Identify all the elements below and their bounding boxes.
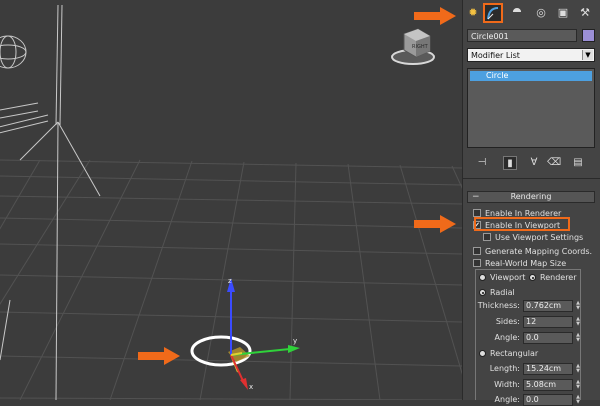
object-name-field[interactable]: Circle001 — [467, 29, 577, 42]
spinner-arrows-icon[interactable]: ▲ ▼ — [575, 301, 581, 311]
spinner-arrows-icon[interactable]: ▲ ▼ — [575, 395, 581, 405]
rendering-rollout-title: Rendering — [510, 192, 552, 201]
pin-stack-icon[interactable]: ⊣ — [475, 156, 489, 170]
make-unique-icon[interactable]: ∀ — [527, 156, 541, 170]
rendering-rollout-header[interactable]: − Rendering — [467, 191, 595, 203]
divider — [463, 178, 600, 179]
modifier-list-label: Modifier List — [471, 51, 520, 60]
spinner-arrows-icon[interactable]: ▲ ▼ — [575, 380, 581, 390]
checkbox-box — [473, 247, 481, 255]
angle2-field[interactable]: 0.0 — [523, 394, 573, 406]
radio-dot-selected — [529, 274, 536, 281]
checkbox-box — [473, 209, 481, 217]
perspective-viewport[interactable]: RIGHT z y x — [0, 0, 462, 400]
spinner-arrows-icon[interactable]: ▲ ▼ — [575, 317, 581, 327]
length-label: Length: — [489, 364, 520, 373]
orange-arrow-icon — [138, 347, 180, 365]
command-panel-tabs: ✹ ⯊ ◎ ▣ ⚒ — [463, 0, 600, 26]
width-label: Width: — [494, 380, 520, 389]
hammer-icon[interactable]: ⚒ — [577, 5, 593, 21]
display-icon[interactable]: ▣ — [555, 5, 571, 21]
gizmo-y-label: y — [293, 337, 297, 345]
modify-curve-glyph — [487, 7, 499, 20]
radial-radio-label: Radial — [490, 288, 515, 297]
hierarchy-icon[interactable]: ⯊ — [509, 5, 525, 21]
modify-curve-icon[interactable] — [483, 3, 503, 23]
sides-field[interactable]: 12 — [523, 316, 573, 328]
real-world-map-label: Real-World Map Size — [485, 259, 567, 268]
show-end-result-icon[interactable]: ▮ — [503, 156, 517, 170]
motion-icon[interactable]: ◎ — [533, 5, 549, 21]
width-field[interactable]: 5.08cm — [523, 379, 573, 391]
viewport-radio-label: Viewport — [490, 273, 526, 282]
object-color-swatch[interactable] — [582, 29, 595, 42]
enable-in-viewport-highlight — [474, 217, 570, 231]
remove-modifier-icon[interactable]: ⌫ — [547, 156, 561, 170]
command-panel: ✹ ⯊ ◎ ▣ ⚒ Circle001 Modifier List ▼ Circ… — [462, 0, 600, 406]
spinner-arrows-icon[interactable]: ▲ ▼ — [575, 364, 581, 374]
stack-item-circle[interactable]: Circle — [470, 71, 592, 81]
spinner-arrows-icon[interactable]: ▲ ▼ — [575, 333, 581, 343]
viewcube-face-label: RIGHT — [412, 44, 429, 50]
checkbox-box — [473, 259, 481, 267]
checkbox-box — [483, 233, 491, 241]
angle-field[interactable]: 0.0 — [523, 332, 573, 344]
stack-tools: ⊣ ▮ ∀ ⌫ ▤ — [463, 153, 600, 173]
renderer-radio-label: Renderer — [540, 273, 577, 282]
modifier-stack[interactable]: Circle — [467, 68, 595, 148]
chevron-down-icon[interactable]: ▼ — [582, 50, 593, 60]
generate-mapping-label: Generate Mapping Coords. — [485, 247, 593, 256]
radio-dot — [479, 350, 486, 357]
length-field[interactable]: 15.24cm — [523, 363, 573, 375]
thickness-field[interactable]: 0.762cm — [523, 300, 573, 312]
sun-icon[interactable]: ✹ — [465, 5, 481, 21]
viewport-scene: RIGHT z y x — [0, 0, 462, 400]
use-viewport-settings-label: Use Viewport Settings — [495, 233, 584, 242]
thickness-label: Thickness: — [477, 301, 520, 310]
orange-arrow-icon — [414, 7, 456, 25]
orange-arrow-icon — [414, 215, 456, 233]
configure-sets-icon[interactable]: ▤ — [571, 156, 585, 170]
gizmo-z-label: z — [228, 277, 232, 285]
rectangular-radio-label: Rectangular — [490, 349, 539, 358]
gizmo-x-label: x — [249, 383, 253, 391]
modifier-list-dropdown[interactable]: Modifier List ▼ — [467, 48, 595, 62]
angle-label: Angle: — [494, 333, 520, 342]
max-interface: RIGHT z y x ✹ ⯊ ◎ ▣ ⚒ Circle001 Modifier… — [0, 0, 600, 406]
radio-dot-selected — [479, 289, 486, 296]
sides-label: Sides: — [495, 317, 520, 326]
angle2-label: Angle: — [494, 395, 520, 404]
radio-dot — [479, 274, 486, 281]
